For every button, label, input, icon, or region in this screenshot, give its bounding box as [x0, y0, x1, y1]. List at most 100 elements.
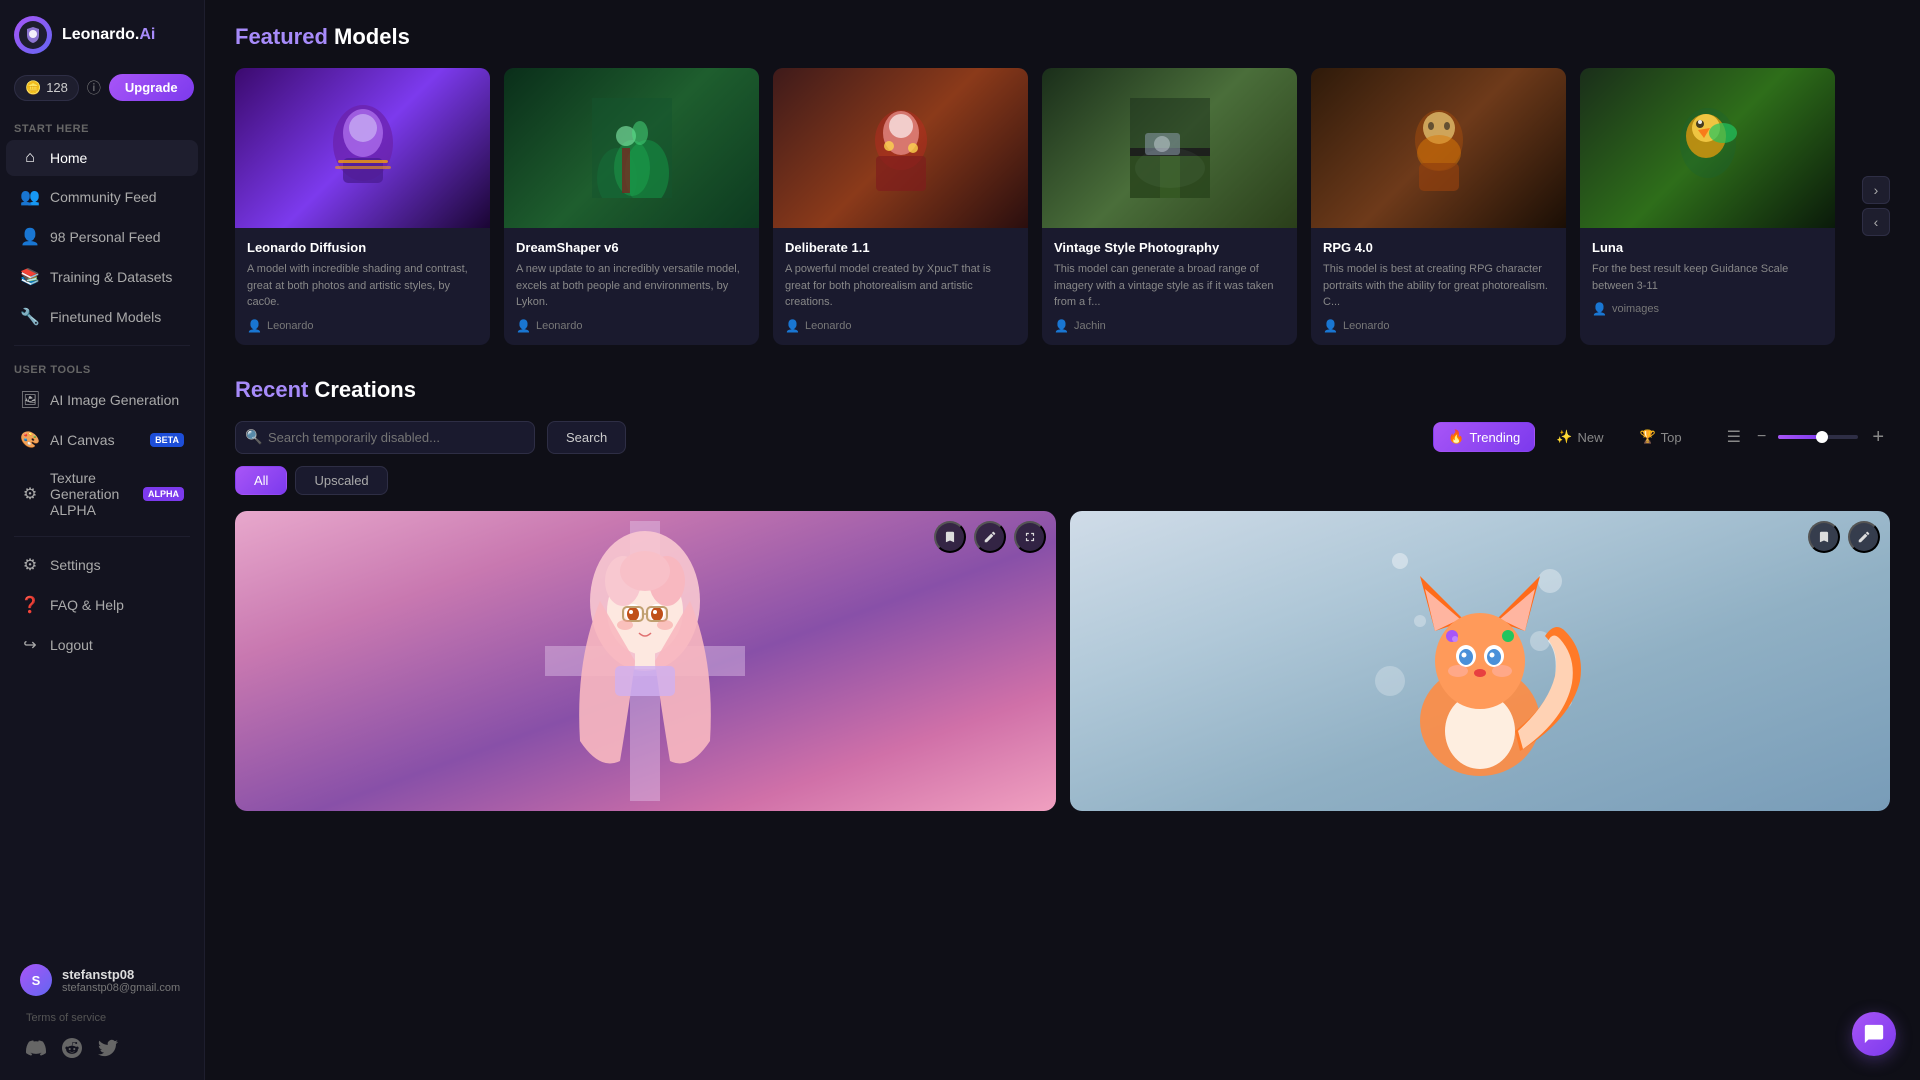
sort-trending-btn[interactable]: 🔥 Trending: [1433, 422, 1535, 452]
user-profile[interactable]: S stefanstp08 stefanstp08@gmail.com: [6, 954, 198, 1006]
sidebar-item-faq[interactable]: ❓ FAQ & Help: [6, 586, 198, 624]
ai-canvas-beta-badge: BETA: [150, 433, 184, 447]
trending-icon: 🔥: [1448, 429, 1464, 445]
sidebar-item-home[interactable]: ⌂ Home: [6, 140, 198, 176]
sidebar-item-community-label: Community Feed: [50, 189, 184, 205]
credits-info-icon[interactable]: ⓘ: [87, 78, 101, 98]
model-author-3: 👤 Leonardo: [785, 319, 1016, 333]
sidebar-item-personal-feed[interactable]: 👤 98 Personal Feed: [6, 218, 198, 256]
community-feed-icon: 👥: [20, 187, 40, 207]
author-icon-4: 👤: [1054, 319, 1069, 333]
personal-feed-icon: 👤: [20, 227, 40, 247]
discord-icon[interactable]: [26, 1038, 48, 1060]
search-icon: 🔍: [245, 429, 262, 446]
model-name-3: Deliberate 1.1: [785, 240, 1016, 255]
sidebar-item-settings[interactable]: ⚙ Settings: [6, 546, 198, 584]
sidebar-item-texture-gen[interactable]: ⚙ Texture Generation ALPHA ALPHA: [6, 461, 198, 527]
model-name-1: Leonardo Diffusion: [247, 240, 478, 255]
models-carousel-wrapper: Leonardo Diffusion A model with incredib…: [235, 68, 1890, 345]
sidebar-item-ai-image-label: AI Image Generation: [50, 392, 184, 408]
texture-gen-alpha-badge: ALPHA: [143, 487, 184, 501]
upgrade-button[interactable]: Upgrade: [109, 74, 194, 101]
sort-new-btn[interactable]: ✨ New: [1541, 422, 1618, 452]
user-email: stefanstp08@gmail.com: [62, 982, 180, 994]
user-avatar: S: [20, 964, 52, 996]
model-card-leonardo-diffusion[interactable]: Leonardo Diffusion A model with incredib…: [235, 68, 490, 345]
chat-bubble[interactable]: [1852, 1012, 1896, 1056]
app-name: Leonardo.Ai: [62, 26, 155, 44]
zoom-thumb: [1816, 431, 1828, 443]
image-bookmark-btn-1[interactable]: [934, 521, 966, 553]
twitter-icon[interactable]: [98, 1038, 120, 1060]
model-desc-6: For the best result keep Guidance Scale …: [1592, 261, 1823, 294]
sidebar-item-logout-label: Logout: [50, 637, 184, 653]
list-view-btn[interactable]: ☰: [1723, 423, 1745, 451]
model-card-vintage[interactable]: Vintage Style Photography This model can…: [1042, 68, 1297, 345]
new-icon: ✨: [1556, 429, 1572, 445]
view-controls: ☰ − +: [1723, 423, 1890, 451]
sort-top-btn[interactable]: 🏆 Top: [1624, 422, 1696, 452]
ai-canvas-icon: 🎨: [20, 430, 40, 450]
model-card-rpg[interactable]: RPG 4.0 This model is best at creating R…: [1311, 68, 1566, 345]
image-card-2[interactable]: [1070, 511, 1891, 811]
carousel-next-btn[interactable]: ›: [1862, 176, 1890, 204]
training-icon: 📚: [20, 267, 40, 287]
sidebar-divider-2: [14, 536, 190, 537]
model-card-luna[interactable]: Luna For the best result keep Guidance S…: [1580, 68, 1835, 345]
image-bookmark-btn-2[interactable]: [1808, 521, 1840, 553]
sidebar-item-ai-canvas[interactable]: 🎨 AI Canvas BETA: [6, 421, 198, 459]
model-desc-3: A powerful model created by XpucT that i…: [785, 261, 1016, 311]
top-label: Top: [1661, 430, 1682, 445]
model-card-dreamshaper[interactable]: DreamShaper v6 A new update to an incred…: [504, 68, 759, 345]
sidebar-item-finetuned[interactable]: 🔧 Finetuned Models: [6, 298, 198, 336]
search-button[interactable]: Search: [547, 421, 626, 454]
user-tools-label: User Tools: [0, 354, 204, 380]
logout-icon: ↪: [20, 635, 40, 655]
credits-amount: 128: [46, 80, 68, 95]
search-filter-row: 🔍 Search 🔥 Trending ✨ New 🏆 Top ☰: [235, 421, 1890, 454]
sidebar-item-home-label: Home: [50, 150, 184, 166]
sidebar-item-ai-image[interactable]: 🖼 AI Image Generation: [6, 381, 198, 419]
model-card-img-3: [773, 68, 1028, 228]
zoom-slider[interactable]: [1778, 435, 1858, 439]
sidebar-item-logout[interactable]: ↪ Logout: [6, 626, 198, 664]
credits-row: 🪙 128 ⓘ Upgrade: [0, 66, 204, 113]
image-edit-btn-2[interactable]: [1848, 521, 1880, 553]
carousel-prev-btn[interactable]: ‹: [1862, 208, 1890, 236]
user-info: stefanstp08 stefanstp08@gmail.com: [62, 967, 180, 994]
search-wrapper: 🔍: [235, 421, 535, 454]
model-card-body-4: Vintage Style Photography This model can…: [1042, 228, 1297, 345]
model-author-2: 👤 Leonardo: [516, 319, 747, 333]
model-desc-2: A new update to an incredibly versatile …: [516, 261, 747, 311]
faq-icon: ❓: [20, 595, 40, 615]
sidebar-divider-1: [14, 345, 190, 346]
sidebar-item-finetuned-label: Finetuned Models: [50, 309, 184, 325]
terms-of-service-link[interactable]: Terms of service: [6, 1008, 198, 1032]
sidebar-item-training[interactable]: 📚 Training & Datasets: [6, 258, 198, 296]
zoom-out-btn[interactable]: −: [1753, 424, 1770, 450]
author-icon-2: 👤: [516, 319, 531, 333]
sort-tabs: 🔥 Trending ✨ New 🏆 Top: [1433, 422, 1696, 452]
recent-highlight: Recent: [235, 377, 308, 402]
model-card-img-6: [1580, 68, 1835, 228]
image-card-bg-1: [235, 511, 1056, 811]
model-author-1: 👤 Leonardo: [247, 319, 478, 333]
image-edit-btn-1[interactable]: [974, 521, 1006, 553]
reddit-icon[interactable]: [62, 1038, 84, 1060]
model-desc-4: This model can generate a broad range of…: [1054, 261, 1285, 311]
sidebar-item-community-feed[interactable]: 👥 Community Feed: [6, 178, 198, 216]
filter-upscaled-btn[interactable]: Upscaled: [295, 466, 387, 495]
finetuned-icon: 🔧: [20, 307, 40, 327]
sidebar-item-training-label: Training & Datasets: [50, 269, 184, 285]
model-card-deliberate[interactable]: Deliberate 1.1 A powerful model created …: [773, 68, 1028, 345]
model-card-img-4: [1042, 68, 1297, 228]
filter-all-btn[interactable]: All: [235, 466, 287, 495]
add-btn[interactable]: +: [1866, 424, 1890, 451]
sidebar-logo[interactable]: Leonardo.Ai: [0, 0, 204, 66]
search-input[interactable]: [235, 421, 535, 454]
user-name: stefanstp08: [62, 967, 180, 982]
credits-badge: 🪙 128: [14, 75, 79, 101]
image-card-1[interactable]: [235, 511, 1056, 811]
recent-creations-title: Recent Creations: [235, 377, 1890, 403]
image-expand-btn-1[interactable]: [1014, 521, 1046, 553]
